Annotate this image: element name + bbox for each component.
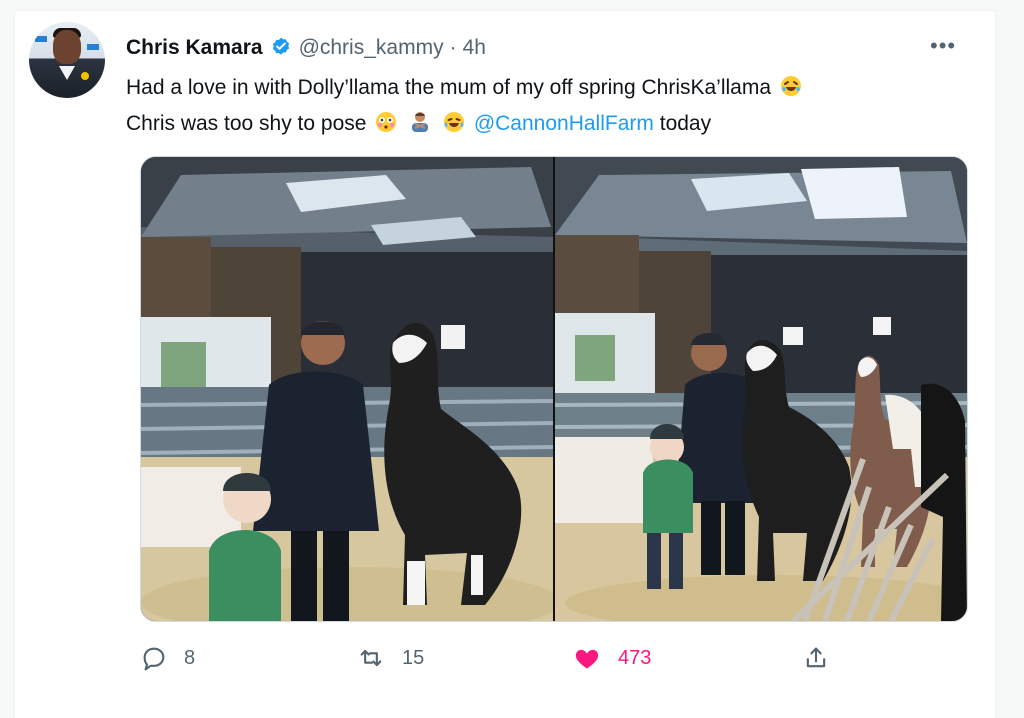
avatar-collar — [59, 66, 75, 80]
retweet-icon[interactable] — [356, 644, 386, 672]
share-button[interactable] — [802, 640, 830, 676]
verified-badge-icon — [269, 36, 293, 60]
mention-link[interactable]: @CannonHallFarm — [474, 112, 654, 135]
like-button[interactable]: 473 — [572, 640, 651, 676]
tweet-header: Chris Kamara @chris_kammy · 4h — [126, 34, 486, 62]
next-tweet-strip — [14, 697, 996, 718]
reply-icon[interactable] — [140, 644, 168, 672]
person-gesturing-no-icon — [408, 110, 432, 144]
retweet-count: 15 — [402, 646, 425, 669]
author-name[interactable]: Chris Kamara — [126, 36, 263, 60]
separator-dot: · — [449, 36, 457, 59]
photo-2[interactable] — [555, 157, 967, 621]
tweet-line-2-end: today — [659, 112, 712, 135]
tweet-body: Had a love in with Dolly’llama the mum o… — [126, 72, 976, 144]
author-handle[interactable]: @chris_kammy — [299, 36, 444, 60]
tweet-media[interactable] — [140, 156, 968, 622]
avatar[interactable] — [29, 22, 105, 98]
avatar-banner-logo — [35, 36, 47, 42]
tweet-time[interactable]: 4h — [463, 36, 486, 60]
more-icon[interactable]: ••• — [930, 33, 964, 58]
avatar-flower — [81, 72, 89, 80]
avatar-face — [53, 30, 81, 64]
share-icon[interactable] — [802, 644, 830, 672]
like-count: 473 — [618, 646, 652, 669]
reply-count: 8 — [184, 646, 196, 669]
flushed-face-icon — [374, 110, 398, 144]
reply-button[interactable]: 8 — [140, 640, 195, 676]
photo-1[interactable] — [141, 157, 553, 621]
tweet-actions: 8 15 473 — [126, 640, 846, 676]
heart-icon[interactable] — [572, 644, 602, 672]
tweet-line-2-start: Chris was too shy to pose — [126, 112, 367, 135]
tears-of-joy-icon — [442, 110, 466, 144]
laughing-face-icon — [779, 74, 803, 108]
retweet-button[interactable]: 15 — [356, 640, 424, 676]
avatar-banner-logo — [87, 44, 99, 50]
tweet-line-1: Had a love in with Dolly’llama the mum o… — [126, 76, 772, 99]
